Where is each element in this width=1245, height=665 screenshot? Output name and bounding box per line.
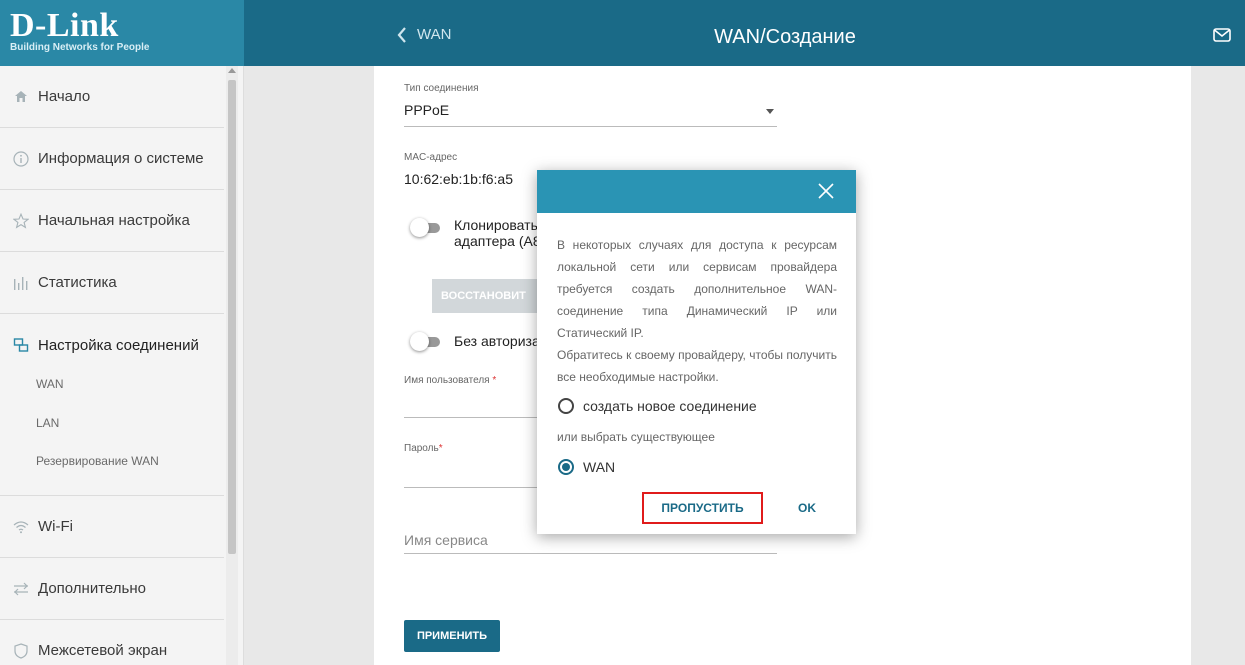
dlink-logo[interactable]: D-Link Building Networks for People	[0, 0, 244, 66]
choose-existing-text: или выбрать существующее	[557, 430, 715, 444]
username-label: Имя пользователя *	[404, 375, 496, 386]
password-label-text: Пароль	[404, 443, 439, 454]
sidebar-item-label: Информация о системе	[38, 150, 204, 167]
skip-button[interactable]: ПРОПУСТИТЬ	[644, 494, 761, 522]
username-label-text: Имя пользователя	[404, 375, 490, 386]
scroll-thumb[interactable]	[228, 80, 236, 554]
sidebar: Начало Информация о системе Начальная на…	[0, 66, 244, 665]
star-icon	[12, 212, 30, 230]
dialog-message: В некоторых случаях для доступа к ресурс…	[557, 234, 837, 388]
no-auth-label: Без авториза	[454, 333, 540, 349]
radio-create-new-label: создать новое соединение	[583, 398, 757, 414]
chevron-down-icon[interactable]	[766, 109, 774, 114]
clone-mac-label-line1: Клонировать	[454, 217, 538, 233]
restore-button[interactable]: ВОССТАНОВИТ	[432, 279, 537, 313]
password-label: Пароль*	[404, 443, 443, 454]
radio-unchecked-icon[interactable]	[558, 398, 574, 414]
apply-button[interactable]: ПРИМЕНИТЬ	[404, 620, 500, 652]
top-header: D-Link Building Networks for People WAN …	[0, 0, 1245, 66]
sidebar-subitem-lan[interactable]: LAN	[36, 416, 59, 430]
sidebar-item-initial-setup[interactable]: Начальная настройка	[0, 190, 224, 252]
close-icon[interactable]	[816, 181, 836, 201]
chevron-left-icon	[397, 26, 406, 43]
sidebar-item-firewall[interactable]: Межсетевой экран	[0, 620, 224, 665]
sidebar-item-label: Начальная настройка	[38, 212, 190, 229]
ok-button[interactable]: OK	[787, 494, 827, 522]
service-name-input[interactable]: Имя сервиса	[404, 532, 488, 548]
scroll-up-arrow-icon[interactable]	[228, 68, 236, 73]
required-marker: *	[438, 443, 443, 454]
connection-type-underline	[404, 126, 777, 127]
clone-mac-toggle[interactable]	[410, 218, 442, 237]
sidebar-item-connections[interactable]: Настройка соединений	[0, 314, 224, 376]
sidebar-item-label: Межсетевой экран	[38, 642, 168, 659]
radio-existing-wan[interactable]: WAN	[558, 459, 615, 475]
create-wan-dialog: В некоторых случаях для доступа к ресурс…	[537, 170, 856, 534]
toggle-knob	[410, 332, 429, 351]
no-auth-toggle[interactable]	[410, 332, 442, 351]
bar-chart-icon	[12, 274, 30, 292]
password-underline	[404, 487, 539, 488]
logo-text: D-Link	[10, 7, 119, 44]
mac-address-label: MAC-адрес	[404, 152, 458, 163]
sidebar-subitem-wan[interactable]: WAN	[36, 377, 64, 391]
logo-tagline: Building Networks for People	[10, 42, 150, 53]
required-marker: *	[492, 375, 497, 386]
sidebar-item-statistics[interactable]: Статистика	[0, 252, 224, 314]
radio-existing-wan-label: WAN	[583, 459, 616, 475]
sidebar-item-label: Настройка соединений	[38, 336, 199, 354]
sidebar-item-system-info[interactable]: Информация о системе	[0, 128, 224, 190]
dialog-header	[537, 170, 856, 213]
toggle-knob	[410, 218, 429, 237]
home-icon	[12, 88, 30, 106]
mac-address-input[interactable]: 10:62:eb:1b:f6:a5	[404, 171, 513, 187]
dialog-message-hint: Обратитесь к своему провайдеру, чтобы по…	[557, 348, 837, 384]
username-underline	[404, 417, 539, 418]
clone-mac-label: Клонировать адаптера (А8	[454, 217, 541, 249]
back-link[interactable]: WAN	[397, 26, 451, 43]
sidebar-item-label: Начало	[38, 88, 91, 105]
connections-icon	[12, 336, 30, 354]
service-name-underline	[404, 553, 777, 554]
sidebar-item-home[interactable]: Начало	[0, 66, 224, 128]
info-icon	[12, 150, 30, 168]
sidebar-item-wifi[interactable]: Wi-Fi	[0, 496, 224, 558]
dialog-message-main: В некоторых случаях для доступа к ресурс…	[557, 238, 837, 340]
shield-icon	[12, 642, 30, 660]
radio-checked-icon[interactable]	[558, 459, 574, 475]
page-title: WAN/Создание	[714, 26, 856, 48]
wifi-icon	[12, 518, 30, 536]
sidebar-subitem-wan-backup[interactable]: Резервирование WAN	[36, 454, 159, 468]
sidebar-scrollbar[interactable]	[226, 66, 238, 665]
sidebar-item-label: Статистика	[38, 274, 117, 291]
sidebar-item-label: Wi-Fi	[38, 518, 73, 535]
radio-create-new[interactable]: создать новое соединение	[558, 398, 757, 414]
connection-type-select[interactable]: PPPoE	[404, 102, 449, 118]
back-link-label: WAN	[417, 26, 452, 43]
clone-mac-label-line2: адаптера (А8	[454, 233, 541, 249]
sidebar-item-advanced[interactable]: Дополнительно	[0, 558, 224, 620]
mail-icon[interactable]	[1213, 28, 1231, 47]
sliders-icon	[12, 580, 30, 598]
connection-type-label: Тип соединения	[404, 83, 479, 94]
sidebar-item-label: Дополнительно	[38, 580, 146, 597]
